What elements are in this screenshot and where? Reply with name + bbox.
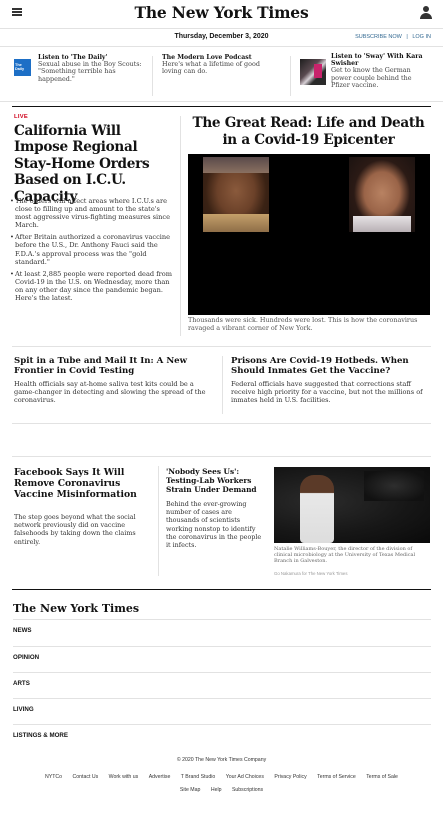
podcast-promo-strip: The Daily Listen to 'The Daily' Sexual a…	[0, 48, 443, 102]
bullet-item[interactable]: After Britain authorized a coronavirus v…	[10, 233, 176, 265]
story-headline[interactable]: Spit in a Tube and Mail It In: A New Fro…	[14, 356, 214, 376]
the-daily-logo[interactable]: The Daily	[14, 59, 31, 76]
portrait-man-image	[203, 157, 269, 232]
footer-link[interactable]: Site Map	[180, 787, 200, 793]
story-headline[interactable]: Facebook Says It Will Remove Coronavirus…	[14, 467, 149, 500]
promo-sway[interactable]: Listen to 'Sway' With Kara Swisher Get t…	[331, 53, 431, 89]
divider	[12, 456, 431, 457]
account-links: SUBSCRIBE NOW | LOG IN	[352, 34, 431, 40]
person-figure	[300, 475, 334, 543]
column-divider	[158, 466, 159, 576]
bullet-item[interactable]: The orders will affect areas where I.C.U…	[10, 197, 176, 229]
promo-summary: Sexual abuse in the Boy Scouts: "Somethi…	[38, 60, 142, 83]
section-rule	[12, 589, 431, 590]
promo-modern-love[interactable]: The Modern Love Podcast Here's what a li…	[162, 54, 274, 76]
bullet-item[interactable]: At least 2,885 people were reported dead…	[10, 270, 176, 302]
great-read-caption: Thousands were sick. Hundreds were lost.…	[188, 316, 418, 332]
footer-link[interactable]: Contact Us	[73, 774, 99, 780]
lead-bullet-list: The orders will affect areas where I.C.U…	[10, 197, 176, 306]
divider	[12, 423, 431, 424]
footer-section-living[interactable]: LIVING	[13, 698, 431, 724]
promo-title[interactable]: Listen to 'Sway' With Kara Swisher	[331, 53, 431, 67]
footer-section-opinion[interactable]: OPINION	[13, 646, 431, 672]
site-footer: The New York Times NEWS OPINION ARTS LIV…	[0, 598, 443, 831]
promo-the-daily[interactable]: Listen to 'The Daily' Sexual abuse in th…	[38, 54, 146, 83]
story-summary: Behind the ever-growing number of cases …	[166, 500, 262, 550]
footer-section-arts[interactable]: ARTS	[13, 672, 431, 698]
footer-link[interactable]: Your Ad Choices	[226, 774, 264, 780]
story-summary: The step goes beyond what the social net…	[14, 513, 136, 546]
homepage: The New York Times Thursday, December 3,…	[0, 0, 443, 598]
promo-summary: Here's what a lifetime of good loving ca…	[162, 60, 260, 76]
user-icon[interactable]	[419, 6, 433, 20]
divider	[152, 56, 153, 96]
date-bar: Thursday, December 3, 2020 SUBSCRIBE NOW…	[0, 28, 443, 47]
footer-link[interactable]: NYTCo	[45, 774, 62, 780]
copyright: © 2020 The New York Times Company	[176, 757, 267, 763]
photo-credit: Go Nakamura for The New York Times	[274, 571, 348, 576]
lab-worker-photo[interactable]	[274, 467, 430, 543]
footer-links: Site Map Help Subscriptions	[0, 787, 443, 793]
column-divider	[222, 356, 223, 414]
footer-link[interactable]: Subscriptions	[232, 787, 263, 793]
top-bar: The New York Times	[0, 0, 443, 28]
story-headline[interactable]: Prisons Are Covid-19 Hotbeds. When Shoul…	[231, 356, 431, 376]
column-divider	[180, 116, 181, 336]
footer-section-listings[interactable]: LISTINGS & MORE	[13, 724, 431, 750]
divider	[12, 346, 431, 347]
footer-section-news[interactable]: NEWS	[13, 619, 431, 645]
story-summary: Health officials say at-home saliva test…	[14, 380, 206, 405]
footer-link[interactable]: Help	[211, 787, 222, 793]
photo-caption: Natalie Williams-Bouyer, the director of…	[274, 546, 416, 565]
great-read-headline[interactable]: The Great Read: Life and Death in a Covi…	[186, 115, 431, 149]
masthead-logo[interactable]: The New York Times	[0, 3, 443, 22]
portrait-woman-image	[349, 157, 415, 232]
footer-link[interactable]: Terms of Sale	[366, 774, 398, 780]
lead-headline[interactable]: California Will Impose Regional Stay-Hom…	[14, 123, 174, 205]
login-link[interactable]: LOG IN	[412, 34, 431, 40]
footer-link[interactable]: Work with us	[109, 774, 139, 780]
story-headline[interactable]: 'Nobody Sees Us': Testing-Lab Workers St…	[166, 467, 266, 494]
footer-link[interactable]: Terms of Service	[317, 774, 356, 780]
section-rule	[12, 106, 431, 107]
footer-link[interactable]: Privacy Policy	[274, 774, 306, 780]
footer-link[interactable]: T Brand Studio	[181, 774, 216, 780]
footer-link[interactable]: Advertise	[149, 774, 171, 780]
promo-summary: Get to know the German power couple behi…	[331, 66, 412, 89]
link-separator: |	[406, 34, 408, 40]
sway-podcast-thumbnail[interactable]	[300, 59, 326, 85]
footer-logo[interactable]: The New York Times	[13, 602, 139, 615]
divider	[290, 56, 291, 96]
live-badge: LIVE	[14, 114, 29, 120]
story-summary: Federal officials have suggested that co…	[231, 380, 423, 405]
footer-links: NYTCo Contact Us Work with us Advertise …	[0, 774, 443, 780]
great-read-photo[interactable]	[188, 154, 430, 315]
subscribe-link[interactable]: SUBSCRIBE NOW	[355, 34, 402, 40]
